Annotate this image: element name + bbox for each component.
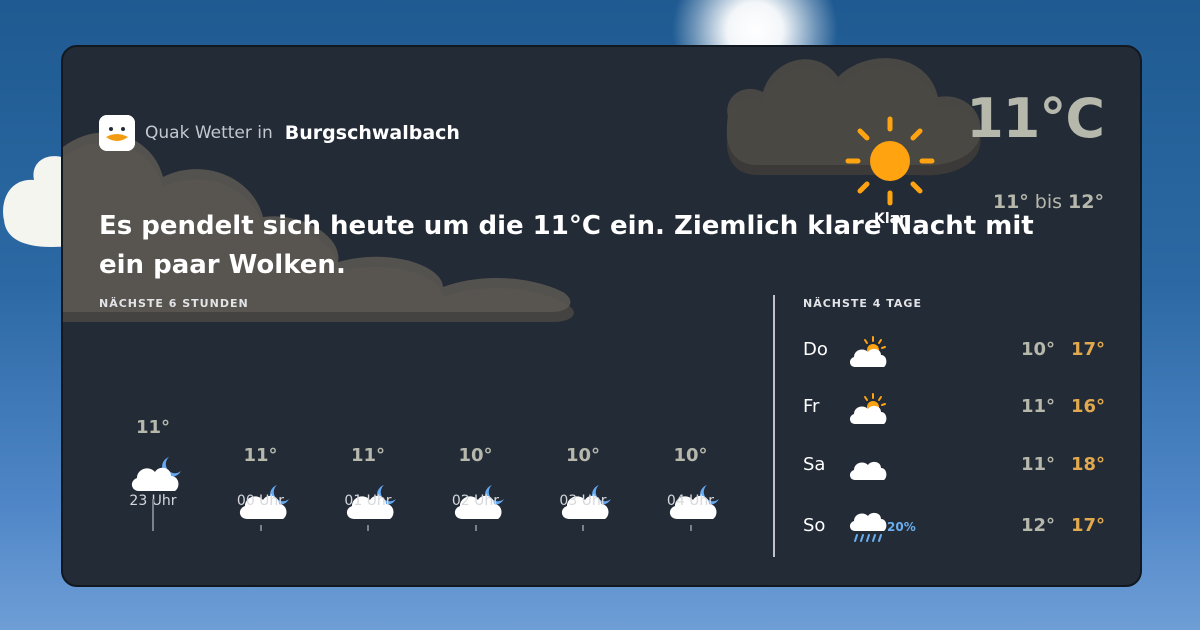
section-divider	[773, 295, 775, 557]
day-max: 17°	[1071, 339, 1106, 360]
day-row: Do 10° 17°	[803, 335, 1106, 367]
day-min: 11°	[1021, 396, 1056, 417]
day-row: Fr 11° 16°	[803, 392, 1106, 424]
today-max: 12°	[1068, 191, 1104, 213]
hour-temp: 10°	[458, 445, 493, 466]
day-min: 10°	[1021, 339, 1056, 360]
sun-icon	[845, 116, 935, 206]
day-name: Sa	[803, 454, 826, 475]
hour-temp-bar	[367, 525, 369, 531]
hour-time: 00 Uhr	[236, 493, 285, 509]
cloud-sun-icon	[849, 393, 887, 424]
day-max: 18°	[1071, 454, 1106, 475]
current-temperature: 11°C	[966, 87, 1105, 150]
summary-text: Es pendelt sich heute um die 11°C ein. Z…	[99, 211, 1034, 280]
day-name: Fr	[803, 396, 820, 417]
hour-time: 03 Uhr	[559, 493, 607, 509]
day-max: 16°	[1071, 396, 1106, 417]
day-name: So	[803, 515, 826, 536]
hour-temp: 10°	[673, 445, 708, 466]
hour-temp-bar	[689, 525, 692, 531]
white-cloud-left	[3, 156, 70, 247]
brand-label: Quak Wetter in	[145, 123, 273, 143]
weather-card: Quak Wetter in Burgschwalbach 11°C 11° bi…	[61, 45, 1142, 587]
city-name: Burgschwalbach	[284, 122, 460, 144]
hour-temp: 11°	[243, 445, 278, 466]
hour-temp-bar	[474, 525, 477, 531]
hour-time: 01 Uhr	[344, 493, 392, 509]
hour-time: 02 Uhr	[451, 493, 500, 509]
cloud-moon-icon	[131, 457, 181, 491]
hourly-section-label: NÄCHSTE 6 STUNDEN	[99, 297, 249, 310]
day-row: Sa 11° 18°	[803, 450, 1106, 480]
daily-section-label: NÄCHSTE 4 TAGE	[803, 297, 922, 310]
precip-chance: 20%	[887, 520, 916, 534]
day-min: 12°	[1021, 515, 1056, 536]
cloud-rain-icon	[849, 512, 887, 542]
hour-temp-bar	[152, 499, 154, 531]
hour-time: 04 Uhr	[666, 493, 715, 509]
hour-temp: 10°	[565, 445, 601, 466]
day-name: Do	[803, 339, 828, 360]
cloud-icon	[849, 461, 887, 480]
hour-temp: 11°	[350, 445, 386, 466]
header: Quak Wetter in Burgschwalbach	[99, 115, 460, 151]
cloud-sun-icon	[849, 336, 887, 367]
duck-logo-icon	[99, 115, 135, 151]
day-max: 17°	[1071, 515, 1106, 536]
day-min: 11°	[1021, 454, 1056, 475]
hour-temp-bar	[259, 525, 262, 531]
hour-temp: 11°	[135, 417, 171, 438]
hour-temp-bar	[582, 525, 584, 531]
day-row: So 20% 12° 17°	[803, 511, 1106, 542]
current-weather: 11°C 11° bis 12° Klar	[844, 87, 1105, 227]
